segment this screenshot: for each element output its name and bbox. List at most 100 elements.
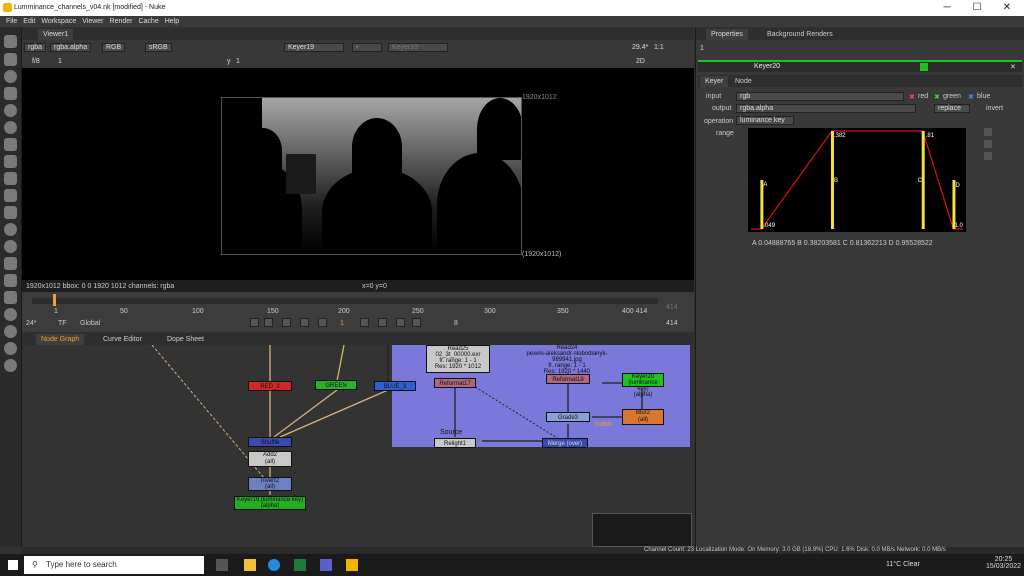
step-forward-button[interactable] [378, 318, 387, 327]
tab-node[interactable]: Node [730, 76, 757, 87]
image-tool-icon[interactable] [4, 35, 17, 48]
prev-frame-button[interactable] [282, 318, 291, 327]
curve-reset-icon[interactable] [984, 152, 992, 160]
plugin-tool-icon[interactable] [4, 359, 17, 372]
operation-select[interactable]: luminance key [736, 116, 794, 125]
ratio-label[interactable]: 1:1 [654, 44, 664, 51]
zoom-label[interactable]: 29.4* [632, 44, 648, 51]
taskbar-search[interactable]: ⚲ Type here to search [24, 556, 204, 574]
menu-render[interactable]: Render [110, 16, 133, 27]
menu-cache[interactable]: Cache [138, 16, 158, 27]
weather[interactable]: 11°C Clear [886, 561, 920, 568]
draw-tool-icon[interactable] [4, 53, 17, 66]
teams-icon[interactable] [320, 559, 332, 571]
prev-key-button[interactable] [264, 318, 273, 327]
replace-select[interactable]: replace [934, 104, 970, 113]
particles-tool-icon[interactable] [4, 206, 17, 219]
menu-file[interactable]: File [6, 16, 17, 27]
play-back-button[interactable] [318, 318, 327, 327]
play-forward-button[interactable] [360, 318, 369, 327]
minimize-button[interactable]: ─ [932, 1, 962, 15]
tab-properties[interactable]: Properties [706, 29, 748, 40]
range-d-value[interactable]: 0.95528522 [896, 240, 933, 247]
handle-c[interactable] [921, 131, 925, 229]
node-add2[interactable]: Add2 (all) [248, 451, 292, 467]
windows-start-icon[interactable] [8, 560, 18, 570]
node-relight1[interactable]: Relight1 [434, 438, 476, 448]
node-read24[interactable]: Read24 pexels-aleksandr-slobodianyk-9899… [512, 345, 622, 375]
step-back-button[interactable] [300, 318, 309, 327]
nuke-taskbar-icon[interactable] [346, 559, 358, 571]
node-reformat18[interactable]: Reformat18 [546, 374, 590, 384]
views-tool-icon[interactable] [4, 240, 17, 253]
node-graph-minimap[interactable] [592, 513, 692, 547]
node-blue[interactable]: BLUE_3 [374, 381, 416, 391]
menu-viewer[interactable]: Viewer [82, 16, 103, 27]
range-curve-editor[interactable]: A B C D .049 .382 .81 1.0 [748, 128, 966, 232]
toolsets-tool-icon[interactable] [4, 274, 17, 287]
metadata-tool-icon[interactable] [4, 257, 17, 270]
step-field[interactable]: 8 [454, 320, 458, 327]
invert-label[interactable]: invert [986, 105, 1003, 112]
tab-viewer1[interactable]: Viewer1 [38, 29, 74, 40]
range-b-value[interactable]: 0.38203581 [804, 240, 841, 247]
timeline[interactable]: 1 50 100 150 200 250 300 350 400 414 414… [22, 292, 694, 332]
tab-dope-sheet[interactable]: Dope Sheet [162, 334, 209, 345]
goto-start-button[interactable] [250, 318, 259, 327]
node-name-field[interactable]: Keyer20 [754, 63, 780, 70]
input-select[interactable]: rgb [736, 92, 904, 101]
channels-select[interactable]: rgba [24, 43, 47, 52]
tab-keyer[interactable]: Keyer [700, 76, 729, 87]
file-explorer-icon[interactable] [244, 559, 256, 571]
next-frame-button[interactable] [396, 318, 405, 327]
edge-icon[interactable] [268, 559, 280, 571]
menu-help[interactable]: Help [165, 16, 179, 27]
menu-workspace[interactable]: Workspace [41, 16, 76, 27]
node-keyer19[interactable]: Keyer19 (luminance key) (alpha) [234, 496, 306, 510]
lut-select[interactable]: sRGB [145, 43, 172, 52]
timeline-track[interactable] [32, 298, 658, 304]
curve-remove-icon[interactable] [984, 140, 992, 148]
tab-background-renders[interactable]: Background Renders [762, 29, 838, 40]
view-mode-select[interactable]: 2D [636, 58, 645, 65]
node-graph-canvas[interactable]: RED_3 GREEN BLUE_3 Shuffle Add2 (all) In… [22, 345, 694, 547]
node-red[interactable]: RED_3 [248, 381, 292, 391]
maximize-button[interactable]: ☐ [962, 1, 992, 15]
goto-end-button[interactable] [412, 318, 421, 327]
tab-curve-editor[interactable]: Curve Editor [98, 334, 147, 345]
deep-tool-icon[interactable] [4, 223, 17, 236]
keyer-tool-icon[interactable] [4, 138, 17, 151]
node-merge[interactable]: Merge (over) [542, 438, 588, 448]
playhead[interactable] [53, 294, 56, 306]
fstop-label[interactable]: f/8 [32, 58, 40, 65]
tf-select[interactable]: TF [58, 320, 67, 327]
color-tool-icon[interactable] [4, 104, 17, 117]
range-select[interactable]: Global [80, 320, 100, 327]
menu-edit[interactable]: Edit [23, 16, 35, 27]
node-color-icon[interactable] [920, 63, 928, 71]
tab-node-graph[interactable]: Node Graph [36, 334, 85, 345]
transform-tool-icon[interactable] [4, 172, 17, 185]
red-check-icon[interactable]: ✖ [909, 93, 915, 101]
node-read25[interactable]: Read25 02_3t_00000.exr fr. range: 1 - 1 … [426, 345, 490, 373]
channel-tool-icon[interactable] [4, 87, 17, 100]
other-tool-icon[interactable] [4, 291, 17, 304]
merge-tool-icon[interactable] [4, 155, 17, 168]
frame-label[interactable]: 1 [58, 58, 62, 65]
range-c-value[interactable]: 0.81362213 [850, 240, 887, 247]
output-select[interactable]: rgba.alpha [736, 104, 916, 113]
mocha-icon[interactable] [294, 559, 306, 571]
boke-tool-icon[interactable] [4, 325, 17, 338]
node-shuffle[interactable]: Shuffle [248, 437, 292, 447]
wipe-mode[interactable]: - [352, 43, 382, 52]
blue-check-icon[interactable]: ✖ [968, 93, 974, 101]
close-panel-icon[interactable]: ✕ [1010, 63, 1016, 71]
node-reformat17[interactable]: Reformat17 [434, 378, 476, 388]
3d-tool-icon[interactable] [4, 189, 17, 202]
green-check-icon[interactable]: ✖ [934, 93, 940, 101]
node-blur2[interactable]: Blur2 (all) [622, 409, 664, 425]
range-a-value[interactable]: 0.04888765 [758, 240, 795, 247]
node-green[interactable]: GREEN [315, 380, 357, 390]
clock[interactable]: 20:25 15/03/2022 [986, 556, 1021, 570]
y-value[interactable]: 1 [236, 58, 240, 65]
